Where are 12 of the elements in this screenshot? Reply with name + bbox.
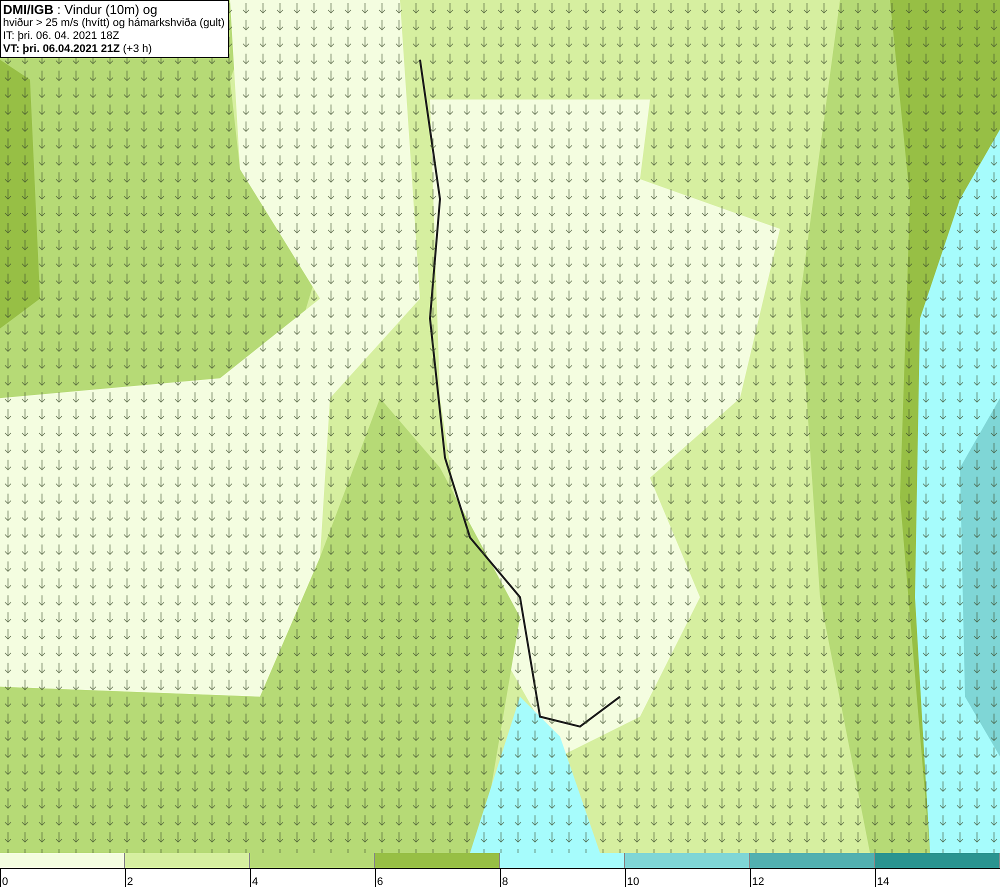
title-text: VT: þri. 06.04.2021 21Z (+3 h) <box>3 43 153 56</box>
legend-label: 0 <box>1 876 8 887</box>
title-text: DMI/IGB : Vindur (10m) og <box>3 2 158 17</box>
legend-label: 4 <box>251 876 258 887</box>
legend-label: 10 <box>626 876 640 887</box>
legend-label: 2 <box>126 876 134 887</box>
title-text: hviður > 25 m/s (hvítt) og hámarkshviða (gult) <box>3 17 226 30</box>
legend-label: 12 <box>751 876 764 887</box>
legend-label: 6 <box>376 876 384 887</box>
legend-label: 8 <box>501 876 508 887</box>
title-text: IT: þri. 06. 04. 2021 18Z <box>3 30 120 43</box>
legend-label: 14 <box>876 876 890 887</box>
